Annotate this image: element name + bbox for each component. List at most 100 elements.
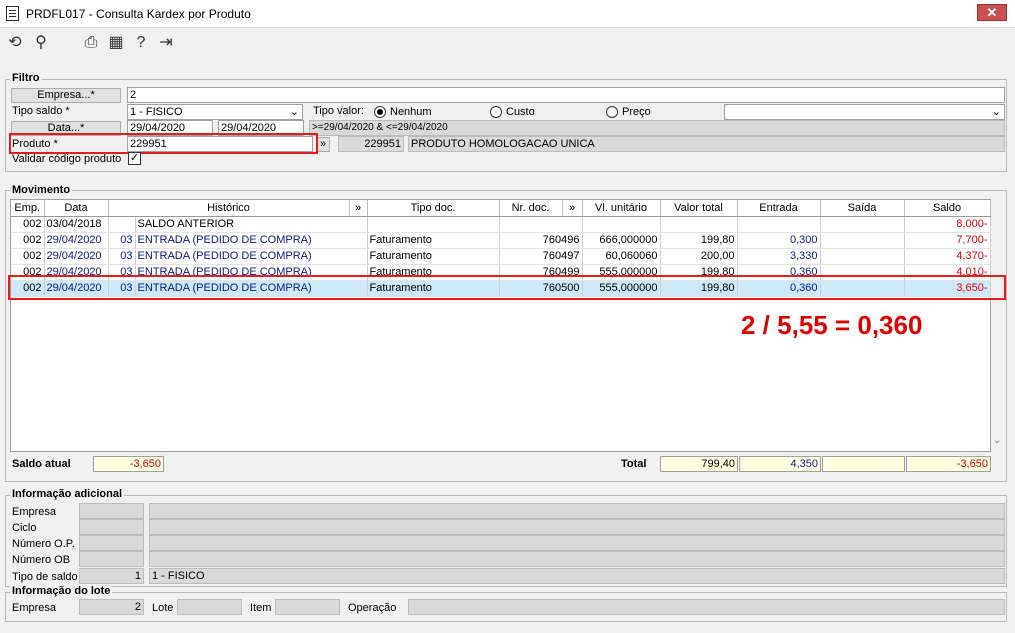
chevron-down-icon: ⌄ [289, 106, 299, 118]
close-button[interactable]: ✕ [977, 4, 1007, 21]
filter-group-title: Filtro [10, 72, 42, 84]
validar-checkbox[interactable]: ✓ [128, 152, 141, 165]
cell-ent [737, 216, 821, 233]
vertical-scrollbar[interactable]: ⌄ [992, 199, 1004, 452]
col-vl-unitario[interactable]: Vl. unitário [582, 200, 661, 217]
col-valor-total[interactable]: Valor total [660, 200, 738, 217]
col-saida[interactable]: Saída [820, 200, 905, 217]
movimento-group-title: Movimento [10, 184, 73, 196]
col-tipo-doc[interactable]: Tipo doc. [367, 200, 500, 217]
cell-emp: 002 [11, 248, 45, 265]
cell-data: 03/04/2018 [44, 216, 109, 233]
toolbar: ⟲ ⚲ ⎙ ▦ ? ⇥ [0, 29, 1015, 59]
saldo-atual-label: Saldo atual [12, 458, 71, 470]
info-numero-op-label: Número O.P. [12, 538, 75, 550]
table-row[interactable]: 002 03/04/2018 SALDO ANTERIOR 8,000- [11, 216, 991, 233]
cell-ent: 0,300 [737, 232, 821, 249]
tipo-saldo-value: 1 - FISICO [130, 106, 183, 118]
preco-select[interactable]: ⌄ [724, 104, 1005, 120]
col-entrada[interactable]: Entrada [737, 200, 821, 217]
cell-seq [108, 216, 136, 233]
col-saldo[interactable]: Saldo [904, 200, 991, 217]
tipo-saldo-label: Tipo saldo * [12, 105, 70, 117]
produto-lookup-button[interactable]: » [316, 137, 330, 152]
info-numero-ob-label: Número OB [12, 554, 71, 566]
col-expand-nr[interactable]: » [562, 200, 583, 217]
info-empresa-label: Empresa [12, 506, 57, 518]
radio-nenhum[interactable] [374, 106, 386, 118]
cell-emp: 002 [11, 232, 45, 249]
cell-vu: 60,060060 [582, 248, 661, 265]
cell-vu: 666,000000 [582, 232, 661, 249]
info-ciclo-label: Ciclo [12, 522, 37, 534]
info-numero-ob-desc [149, 551, 1005, 567]
item-label: Item [250, 602, 272, 614]
saldo-atual-value: -3,650 [93, 456, 164, 472]
col-nr-doc[interactable]: Nr. doc. [499, 200, 563, 217]
cell-saldo: 7,700- [904, 232, 991, 249]
operacao-value [408, 599, 1005, 615]
table-row[interactable]: 002 29/04/2020 03 ENTRADA (PEDIDO DE COMPRA… [11, 232, 991, 249]
info-ciclo-desc [149, 519, 1005, 535]
cell-nr: 760497 [499, 248, 583, 265]
cell-hist: SALDO ANTERIOR [135, 216, 368, 233]
refresh-icon[interactable]: ⟲ [5, 33, 25, 53]
info-empresa-code [79, 503, 144, 519]
help-icon[interactable]: ? [131, 33, 151, 53]
info-tipo-saldo-label: Tipo de saldo [12, 571, 78, 583]
cell-sai [820, 248, 905, 265]
empresa-input[interactable]: 2 [127, 87, 1005, 103]
cell-hist: ENTRADA (PEDIDO DE COMPRA) [135, 232, 368, 249]
cell-tipo: Faturamento [367, 232, 500, 249]
cell-nr [499, 216, 583, 233]
annotation-calculation: 2 / 5,55 = 0,360 [741, 310, 923, 340]
lote-group-title: Informação do lote [10, 585, 113, 597]
document-icon [6, 6, 19, 21]
cell-tipo: Faturamento [367, 248, 500, 265]
info-numero-op-code [79, 535, 144, 551]
print-icon[interactable]: ⎙ [81, 33, 101, 53]
tipo-saldo-select[interactable]: 1 - FISICO ⌄ [127, 104, 303, 120]
radio-preco[interactable] [606, 106, 618, 118]
validar-label: Validar código produto [12, 153, 122, 165]
cell-ent: 3,330 [737, 248, 821, 265]
col-emp[interactable]: Emp. [11, 200, 45, 217]
total-label: Total [621, 458, 647, 470]
col-expand-historico[interactable]: » [349, 200, 368, 217]
cell-seq: 03 [108, 248, 136, 265]
total-saida [822, 456, 905, 472]
col-data[interactable]: Data [44, 200, 109, 217]
lote-empresa-label: Empresa [12, 602, 57, 614]
lote-empresa-value: 2 [79, 599, 144, 615]
produto-highlight [9, 133, 318, 154]
data-expression: >=29/04/2020 & <=29/04/2020 [309, 120, 1005, 136]
radio-custo[interactable] [490, 106, 502, 118]
table-row[interactable]: 002 29/04/2020 03 ENTRADA (PEDIDO DE COMPRA… [11, 248, 991, 265]
info-empresa-desc [149, 503, 1005, 519]
calendar-icon[interactable]: ▦ [106, 33, 126, 53]
total-saldo: -3,650 [906, 456, 991, 472]
total-entrada: 4,350 [739, 456, 821, 472]
radio-nenhum-label: Nenhum [390, 106, 432, 118]
exit-icon[interactable]: ⇥ [156, 33, 176, 53]
scroll-down-icon[interactable]: ⌄ [993, 435, 1001, 446]
operacao-label: Operação [348, 602, 397, 614]
info-numero-ob-code [79, 551, 144, 567]
empresa-button[interactable]: Empresa...* [11, 88, 121, 103]
cell-data: 29/04/2020 [44, 248, 109, 265]
cell-vu [582, 216, 661, 233]
lote-value [177, 599, 242, 615]
search-icon[interactable]: ⚲ [31, 33, 51, 53]
cell-data: 29/04/2020 [44, 232, 109, 249]
row-highlight [8, 275, 1006, 300]
col-historico[interactable]: Histórico [108, 200, 350, 217]
table-header: Emp. Data Histórico » Tipo doc. Nr. doc.… [11, 200, 991, 217]
cell-saldo: 4,370- [904, 248, 991, 265]
cell-nr: 760496 [499, 232, 583, 249]
cell-saldo: 8,000- [904, 216, 991, 233]
radio-custo-label: Custo [506, 106, 535, 118]
cell-emp: 002 [11, 216, 45, 233]
cell-vt: 200,00 [660, 248, 738, 265]
produto-code: 229951 [338, 136, 404, 152]
total-valor: 799,40 [660, 456, 738, 472]
